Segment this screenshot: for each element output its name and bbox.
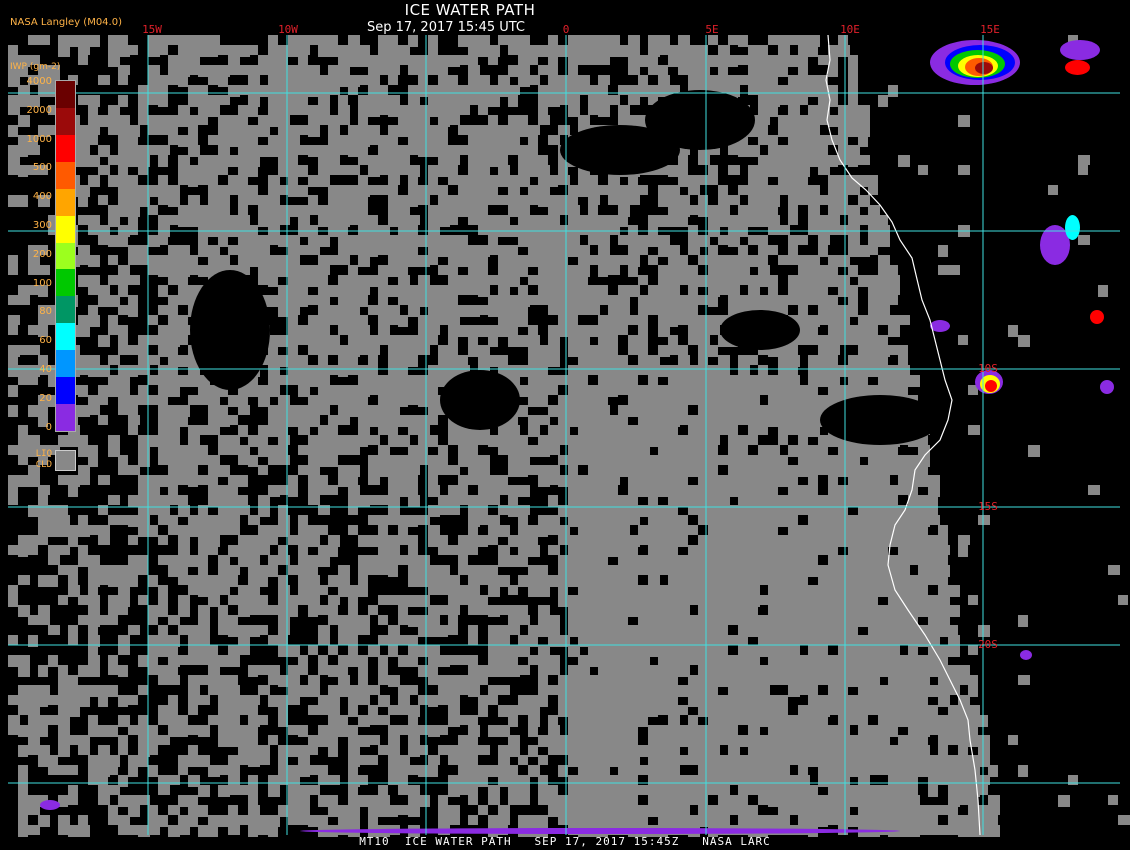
legend-swatch	[56, 215, 75, 243]
legend-swatch	[56, 242, 75, 270]
color-legend	[55, 80, 76, 432]
liquid-cloud-swatch	[55, 450, 76, 471]
page-title: ICE WATER PATH	[404, 1, 536, 19]
legend-swatch	[56, 81, 75, 108]
legend-swatch	[56, 134, 75, 162]
legend-tick-label: 80	[39, 306, 52, 318]
legend-swatch	[56, 404, 75, 431]
ice-water-path-map: 15W 10W 0 5E 10E 15E10S15S20S	[8, 23, 1130, 837]
legend-tick-label: 200	[32, 248, 52, 260]
legend-swatch	[56, 350, 75, 378]
longitude-label: 15E	[980, 23, 1000, 36]
legend-tick-label: 4000	[26, 76, 52, 87]
legend-swatch	[56, 377, 75, 405]
legend-tick-label: 400	[32, 191, 52, 203]
liquid-cloud-label-2: CLD	[35, 460, 52, 470]
latitude-label: 20S	[978, 638, 998, 651]
legend-tick-label: 300	[32, 220, 52, 231]
legend-swatch	[56, 296, 75, 324]
legend-swatch	[56, 269, 75, 297]
legend-tick-label: 1000	[26, 133, 52, 145]
legend-swatch	[56, 188, 75, 216]
legend-tick-label: 40	[39, 364, 52, 375]
legend-tick-label: 2000	[26, 104, 52, 116]
footer-caption: MT10 ICE WATER PATH SEP 17, 2017 15:45Z …	[359, 835, 771, 848]
latitude-label: 15S	[978, 500, 998, 513]
legend-tick-label: 500	[32, 162, 52, 174]
latitude-label: 10S	[978, 362, 998, 375]
liquid-cloud-label-1: LIQ	[35, 449, 52, 459]
legend-swatch	[56, 323, 75, 351]
legend-swatch	[56, 107, 75, 135]
satellite-map-root: 15W 10W 0 5E 10E 15E 10S 15S 20S NASA Langley (M…	[0, 0, 1130, 850]
legend-tick-label: 100	[32, 277, 52, 289]
legend-tick-label: 60	[39, 335, 52, 347]
legend-swatch	[56, 161, 75, 189]
observation-datetime: Sep 17, 2017 15:45 UTC	[366, 20, 526, 35]
legend-title: IWP (gm-2)	[10, 62, 61, 72]
legend-tick-label: 0	[45, 421, 52, 433]
legend-tick-label: 20	[39, 392, 52, 404]
